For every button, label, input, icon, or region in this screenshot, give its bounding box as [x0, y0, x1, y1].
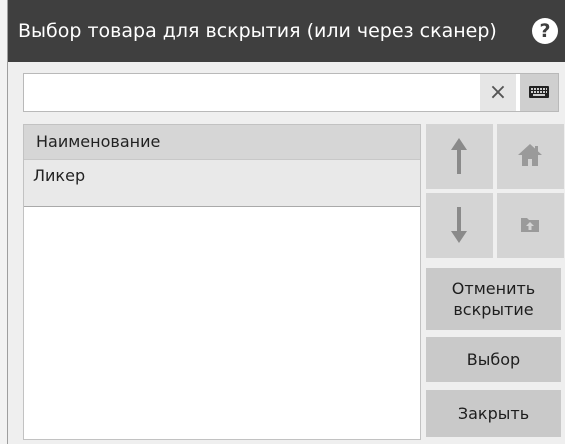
help-button[interactable]: ? [532, 18, 558, 44]
folder-up-button[interactable] [497, 193, 564, 258]
scroll-down-button[interactable] [426, 193, 493, 258]
scroll-up-button[interactable] [426, 124, 493, 189]
product-list: Наименование Ликер [23, 124, 421, 440]
dialog-window: Выбор товара для вскрытия (или через ска… [7, 0, 565, 444]
home-icon [518, 144, 542, 166]
column-header-name[interactable]: Наименование [24, 125, 420, 160]
folder-up-icon [521, 218, 539, 232]
list-item[interactable]: Ликер [24, 160, 420, 207]
arrow-down-icon [451, 207, 467, 243]
keyboard-button[interactable] [520, 74, 558, 111]
select-label: Выбор [466, 350, 521, 369]
search-input[interactable] [24, 74, 470, 111]
title-bar: Выбор товара для вскрытия (или через ска… [8, 0, 565, 62]
close-button[interactable]: Закрыть [426, 390, 561, 437]
clear-search-button[interactable]: × [480, 74, 516, 111]
question-icon: ? [539, 20, 551, 42]
close-label: Закрыть [457, 404, 530, 423]
cancel-opening-button[interactable]: Отменить вскрытие [426, 268, 561, 330]
cancel-opening-label-line2: вскрытие [453, 300, 534, 319]
search-box: × [23, 73, 559, 112]
keyboard-icon [529, 86, 549, 98]
cancel-opening-label-line1: Отменить [451, 279, 536, 298]
dialog-title: Выбор товара для вскрытия (или через ска… [18, 20, 497, 42]
close-icon: × [488, 80, 508, 105]
select-button[interactable]: Выбор [426, 337, 561, 382]
arrow-up-icon [451, 138, 467, 174]
home-button[interactable] [497, 124, 564, 189]
